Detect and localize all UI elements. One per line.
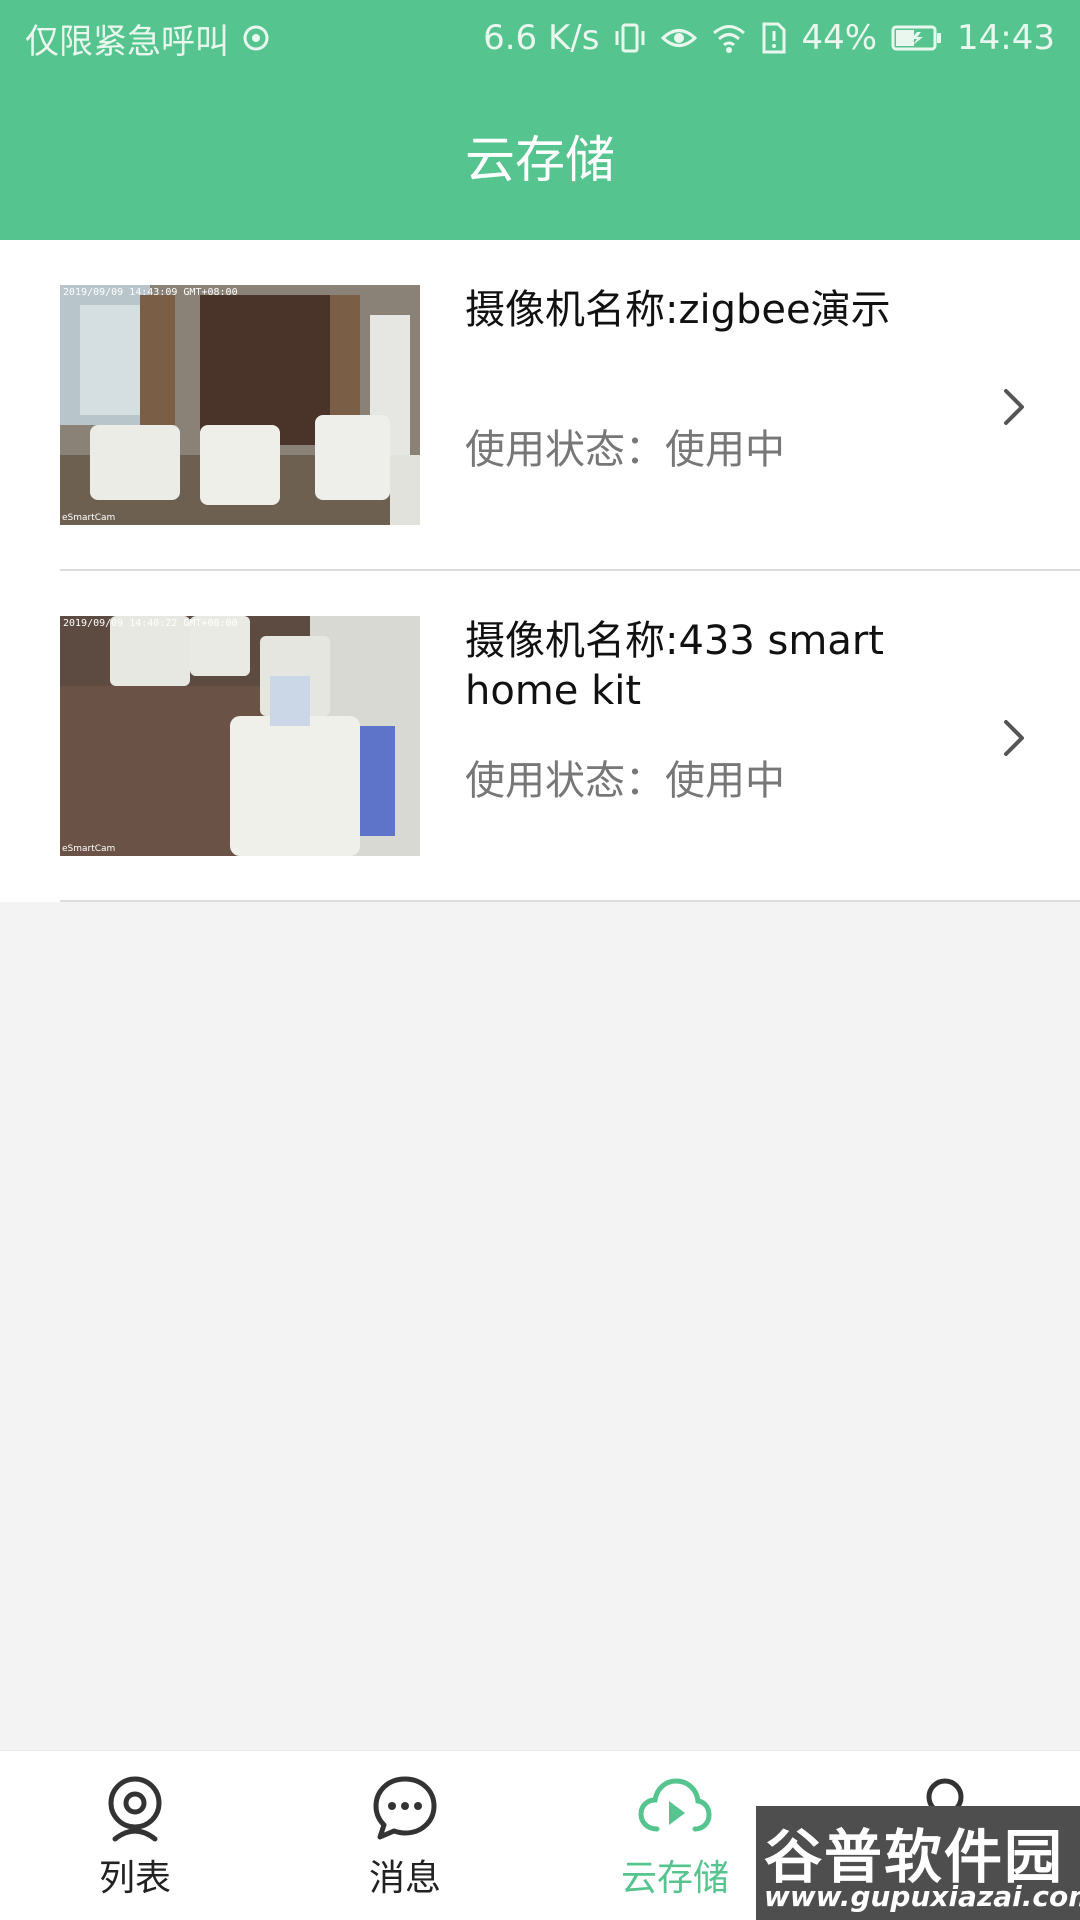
thumbnail-brand: eSmartCam xyxy=(62,844,116,854)
clock: 14:43 xyxy=(957,18,1055,58)
vibrate-icon xyxy=(613,21,647,55)
app: 仅限紧急呼叫 6.6 K/s 44% 14:43 云存储 2019/09/09 … xyxy=(0,0,1080,1920)
battery-percent: 44% xyxy=(801,18,878,58)
tab-list[interactable]: 列表 xyxy=(0,1751,270,1920)
header: 仅限紧急呼叫 6.6 K/s 44% 14:43 云存储 xyxy=(0,0,1080,240)
sync-icon xyxy=(243,25,269,51)
camera-list-item[interactable]: 2019/09/09 14:40:22 GMT+08:00 eSmartCam … xyxy=(60,571,1080,902)
chevron-right-icon[interactable] xyxy=(1000,716,1030,760)
page-title: 云存储 xyxy=(465,131,615,189)
status-right: 6.6 K/s 44% 14:43 xyxy=(483,18,1055,58)
camera-list-item[interactable]: 2019/09/09 14:43:09 GMT+08:00 eSmartCam … xyxy=(60,240,1080,571)
camera-thumbnail: 2019/09/09 14:43:09 GMT+08:00 eSmartCam xyxy=(60,285,420,525)
carrier-text: 仅限紧急呼叫 xyxy=(25,21,229,62)
status-bar: 仅限紧急呼叫 6.6 K/s 44% 14:43 xyxy=(0,0,1080,76)
tab-label: 云存储 xyxy=(620,1858,729,1899)
thumbnail-brand: eSmartCam xyxy=(62,513,116,523)
tab-messages[interactable]: 消息 xyxy=(270,1751,540,1920)
eye-icon xyxy=(661,23,698,53)
chat-icon xyxy=(373,1776,437,1840)
alert-sim-icon xyxy=(761,21,787,55)
cloud-play-icon xyxy=(638,1778,712,1832)
camera-list: 2019/09/09 14:43:09 GMT+08:00 eSmartCam … xyxy=(0,240,1080,902)
status-left: 仅限紧急呼叫 xyxy=(25,14,269,63)
battery-charging-icon xyxy=(891,24,943,52)
wifi-icon xyxy=(711,22,747,54)
thumbnail-timestamp: 2019/09/09 14:43:09 GMT+08:00 xyxy=(63,287,238,298)
camera-name: 摄像机名称:433 smart home kit xyxy=(465,618,884,714)
watermark-url: www.gupuxiazai.com xyxy=(764,1880,1080,1913)
chevron-right-icon[interactable] xyxy=(1000,385,1030,429)
network-speed: 6.6 K/s xyxy=(483,18,600,58)
camera-status: 使用状态：使用中 xyxy=(465,427,785,473)
camera-thumbnail: 2019/09/09 14:40:22 GMT+08:00 eSmartCam xyxy=(60,616,420,856)
tab-label: 消息 xyxy=(368,1858,441,1899)
camera-icon xyxy=(108,1776,162,1842)
thumbnail-timestamp: 2019/09/09 14:40:22 GMT+08:00 xyxy=(63,618,238,629)
tab-label: 列表 xyxy=(98,1858,171,1899)
camera-name: 摄像机名称:zigbee演示 xyxy=(465,287,891,333)
watermark: 谷普软件园 www.gupuxiazai.com xyxy=(756,1806,1080,1920)
camera-status: 使用状态：使用中 xyxy=(465,758,785,804)
